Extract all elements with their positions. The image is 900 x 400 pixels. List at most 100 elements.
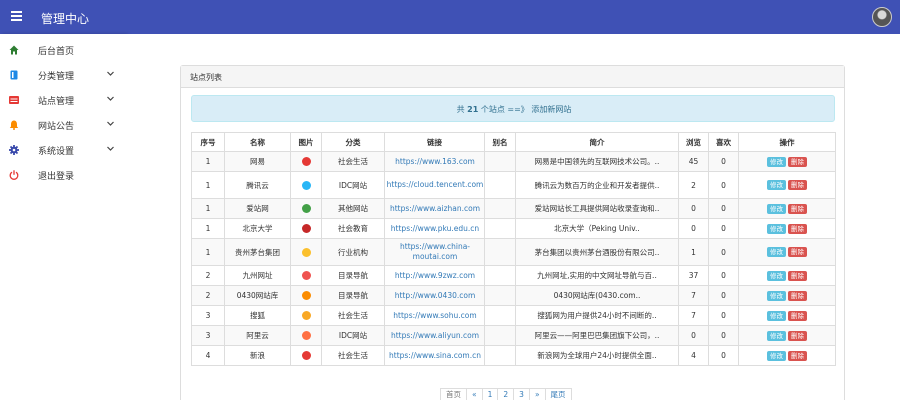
cell-image (290, 325, 322, 346)
cell-desc: 网易是中国领先的互联网技术公司。.. (515, 151, 679, 172)
table-body: 1 网易 社会生活 https://www.163.com 网易是中国领先的互联网技术公… (191, 151, 836, 366)
edit-button[interactable]: 修改 (767, 330, 786, 341)
cell-category: 行业机构 (321, 238, 385, 266)
page-1-button[interactable]: 1 (481, 388, 499, 400)
page-3-button[interactable]: 3 (513, 388, 530, 400)
cell-url: https://www.aizhan.com (384, 198, 485, 219)
edit-button[interactable]: 修改 (767, 180, 786, 190)
chevron-down-icon (107, 96, 114, 101)
delete-button[interactable]: 删除 (788, 180, 807, 190)
cell-desc: 九州网址,实用的中文网址导航与百.. (515, 265, 679, 286)
cell-actions: 修改 删除 (738, 345, 836, 366)
site-link[interactable]: https://www.163.com (386, 157, 484, 167)
table-row: 1 腾讯云 IDC网站 https://cloud.tencent.com 腾讯云为数百… (191, 171, 836, 199)
edit-button[interactable]: 修改 (767, 310, 786, 321)
cell-actions: 修改 删除 (738, 238, 836, 266)
site-table: 序号 名称 图片 分类 链接 别名 简介 浏览 喜欢 操作 1 网易 社会生活 https://www.… (191, 132, 836, 366)
cell-url: https://www.sohu.com (384, 305, 485, 326)
cell-name: 九州网址 (224, 265, 291, 286)
site-count: 21 (467, 105, 479, 114)
site-link[interactable]: https://www.aizhan.com (386, 204, 484, 214)
col-alias-header: 别名 (484, 132, 516, 152)
hamburger-menu-icon[interactable] (11, 11, 22, 21)
site-link[interactable]: https://www.sina.com.cn (386, 351, 484, 361)
cell-views: 0 (678, 218, 709, 239)
cell-alias (484, 171, 516, 199)
cell-likes: 0 (708, 238, 739, 266)
cell-likes: 0 (708, 305, 739, 326)
sidebar-item-categories[interactable]: 分类管理 (0, 62, 126, 87)
cell-category: IDC网站 (321, 325, 385, 346)
tencent-cloud-icon (301, 180, 311, 190)
edit-button[interactable]: 修改 (767, 203, 786, 214)
site-link[interactable]: https://www.pku.edu.cn (386, 224, 484, 234)
delete-button[interactable]: 删除 (788, 247, 807, 257)
sidebar-item-label: 系统设置 (38, 147, 75, 157)
site-link[interactable]: https://www.sohu.com (386, 311, 484, 321)
delete-button[interactable]: 删除 (788, 156, 807, 167)
col-views-header: 浏览 (678, 132, 709, 152)
page-2-button[interactable]: 2 (497, 388, 515, 400)
sidebar-item-sites[interactable]: 站点管理 (0, 87, 126, 112)
col-image-header: 图片 (290, 132, 322, 152)
cell-alias (484, 325, 516, 346)
delete-button[interactable]: 删除 (788, 350, 807, 361)
cell-url: http://www.0430.com (384, 285, 485, 306)
table-row: 2 九州网址 目录导航 http://www.9zwz.com 九州网址,实用的中文网址… (191, 265, 836, 286)
col-likes-header: 喜欢 (708, 132, 739, 152)
sidebar-item-home[interactable]: 后台首页 (0, 37, 126, 62)
col-actions-header: 操作 (738, 132, 836, 152)
page-prev-button[interactable]: « (466, 388, 483, 400)
site-link[interactable]: http://www.0430.com (386, 291, 484, 301)
sidebar-item-label: 站点管理 (38, 97, 75, 107)
edit-button[interactable]: 修改 (767, 350, 786, 361)
sohu-icon (301, 311, 311, 321)
info-suffix: 个站点 ==》 (480, 105, 529, 114)
sidebar: 后台首页 分类管理 站点管理 网站公告 系统设置 退出登录 (0, 34, 126, 400)
page-last-button[interactable]: 尾页 (544, 388, 572, 400)
cell-likes: 0 (708, 325, 739, 346)
page-first-button[interactable]: 首页 (440, 388, 467, 400)
delete-button[interactable]: 删除 (788, 310, 807, 321)
sidebar-item-label: 退出登录 (38, 172, 75, 182)
page-next-button[interactable]: » (528, 388, 546, 400)
delete-button[interactable]: 删除 (788, 290, 807, 301)
power-icon (9, 170, 19, 180)
delete-button[interactable]: 删除 (788, 223, 807, 234)
edit-button[interactable]: 修改 (767, 270, 786, 281)
table-row: 1 网易 社会生活 https://www.163.com 网易是中国领先的互联网技术公… (191, 151, 836, 172)
site-link[interactable]: https://www.china-moutai.com (386, 242, 484, 262)
add-site-link[interactable]: 添加新网站 (531, 105, 571, 114)
cell-seq: 4 (191, 345, 225, 366)
cell-alias (484, 345, 516, 366)
cell-image (290, 151, 322, 172)
cell-name: 阿里云 (224, 325, 291, 346)
table-row: 3 阿里云 IDC网站 https://www.aliyun.com 阿里云——阿里巴巴… (191, 325, 836, 346)
sidebar-item-settings[interactable]: 系统设置 (0, 137, 126, 162)
sidebar-item-logout[interactable]: 退出登录 (0, 162, 126, 187)
chevron-down-icon (107, 71, 114, 76)
cell-views: 7 (678, 285, 709, 306)
cell-desc: 腾讯云为数百万的企业和开发者提供.. (515, 171, 679, 199)
cell-seq: 1 (191, 218, 225, 239)
home-icon (9, 45, 19, 55)
cell-category: 目录导航 (321, 285, 385, 306)
edit-button[interactable]: 修改 (767, 156, 786, 167)
delete-button[interactable]: 删除 (788, 270, 807, 281)
edit-button[interactable]: 修改 (767, 247, 786, 257)
cell-views: 45 (678, 151, 709, 172)
edit-button[interactable]: 修改 (767, 223, 786, 234)
delete-button[interactable]: 删除 (788, 203, 807, 214)
table-row: 1 北京大学 社会教育 https://www.pku.edu.cn 北京大学（Peki… (191, 218, 836, 239)
site-link[interactable]: https://cloud.tencent.com (386, 180, 484, 190)
table-row: 2 0430网站库 目录导航 http://www.0430.com 0430网站库(0… (191, 285, 836, 306)
cell-views: 0 (678, 325, 709, 346)
site-link[interactable]: http://www.9zwz.com (386, 271, 484, 281)
sidebar-item-announcements[interactable]: 网站公告 (0, 112, 126, 137)
delete-button[interactable]: 删除 (788, 330, 807, 341)
chevron-down-icon (107, 146, 114, 151)
user-avatar[interactable] (872, 7, 892, 27)
site-link[interactable]: https://www.aliyun.com (386, 331, 484, 341)
cell-actions: 修改 删除 (738, 305, 836, 326)
edit-button[interactable]: 修改 (767, 290, 786, 301)
